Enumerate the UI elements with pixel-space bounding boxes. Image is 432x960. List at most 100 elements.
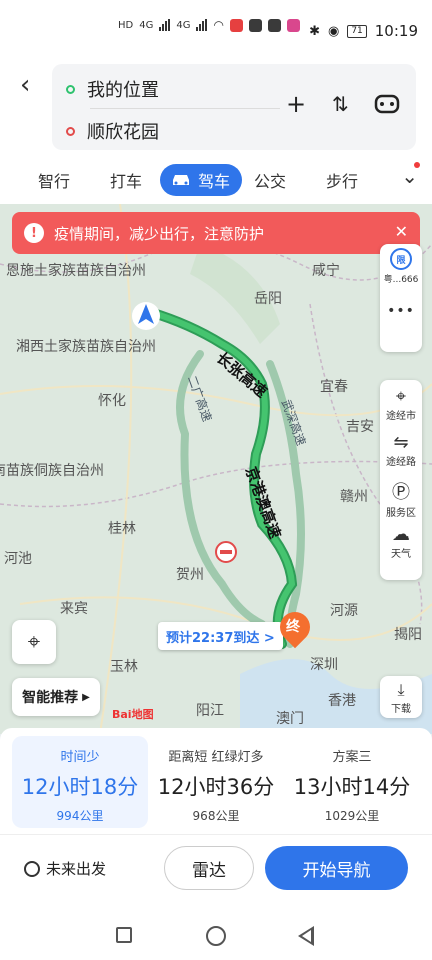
start-navigation-button[interactable]: 开始导航 xyxy=(265,846,408,890)
place-label: 黔东南苗族侗族自治州 xyxy=(0,463,104,479)
place-label: 宜春 xyxy=(320,379,348,395)
future-label: 未来出发 xyxy=(46,860,107,878)
locate-button[interactable]: ⌖ xyxy=(12,620,56,664)
recommend-label: 智能推荐 xyxy=(22,690,79,706)
place-label: 香港 xyxy=(328,693,356,709)
status-left: HD 4G 4G ◠ xyxy=(118,18,300,32)
recent-apps-icon[interactable] xyxy=(116,927,132,943)
system-navigation-bar xyxy=(0,914,432,960)
download-button[interactable]: ⤓ 下载 xyxy=(380,676,422,718)
place-label: 咸宁 xyxy=(312,263,340,279)
back-arrow-icon[interactable]: ‹ xyxy=(20,70,30,100)
signal-icon xyxy=(159,19,171,31)
bluetooth-icon: ✱ xyxy=(309,23,320,39)
road-icon: ⇋ xyxy=(393,432,409,453)
plate-restriction[interactable]: 限 粤...666 xyxy=(380,244,422,285)
car-settings-icon[interactable] xyxy=(374,92,400,120)
status-right: ✱ ◉ 71 10:19 xyxy=(309,22,418,40)
route-plans: 时间少 12小时18分 994公里 距离短 红绿灯多 12小时36分 968公里… xyxy=(12,736,420,828)
via-city-label: 途经市 xyxy=(386,411,416,422)
network-type-2: 4G xyxy=(176,19,191,31)
eta-label[interactable]: 预计22:37到达 > xyxy=(158,622,283,650)
place-label: 湘西土家族苗族自治州 xyxy=(16,339,156,355)
back-icon[interactable] xyxy=(298,926,314,946)
route-input-box: 我的位置 顺欣花园 + ⇅ xyxy=(52,64,416,150)
alert-text: 疫情期间，减少出行，注意防护 xyxy=(54,224,265,243)
place-label: 桂林 xyxy=(108,521,136,537)
plan-time: 12小时36分 xyxy=(157,775,275,799)
plan-tag: 方案三 xyxy=(332,750,372,765)
place-label: 玉林 xyxy=(110,659,138,675)
more-options[interactable]: ••• xyxy=(380,303,422,319)
clock-icon xyxy=(24,860,40,877)
map-tools-panel: ⌖ 途经市 ⇋ 途经路 Ⓟ 服务区 ☁ 天气 xyxy=(380,380,422,580)
add-waypoint-icon[interactable]: + xyxy=(286,90,306,118)
close-icon[interactable]: ✕ xyxy=(395,222,408,241)
tab-walk[interactable]: 步行 xyxy=(326,168,358,192)
plan-tag: 时间少 xyxy=(60,750,100,765)
plan-time: 13小时14分 xyxy=(293,775,411,799)
map-view[interactable]: 恩施土家族苗族自治州 岳阳 咸宁 湘西土家族苗族自治州 宜春 怀化 吉安 黔东南… xyxy=(0,204,432,734)
notification-dot xyxy=(414,162,420,168)
plan-tag: 距离短 红绿灯多 xyxy=(168,750,264,765)
divider xyxy=(0,834,432,835)
place-label: 赣州 xyxy=(340,489,368,505)
tab-taxi[interactable]: 打车 xyxy=(110,168,142,192)
service-area-button[interactable]: Ⓟ 服务区 xyxy=(380,478,422,524)
tab-bus[interactable]: 公交 xyxy=(254,168,286,192)
place-label: 恩施土家族苗族自治州 xyxy=(6,263,146,279)
travel-mode-tabs: 智行 打车 驾车 公交 步行 ⌄ xyxy=(0,156,432,204)
network-type-1: 4G xyxy=(139,19,154,31)
service-area-label: 服务区 xyxy=(386,508,416,519)
swap-icon[interactable]: ⇅ xyxy=(332,92,349,116)
battery-icon: 71 xyxy=(347,24,367,38)
location-icon: ◉ xyxy=(327,23,340,39)
plate-label: 粤...666 xyxy=(383,275,419,285)
sim-icon: HD xyxy=(118,19,134,31)
weather-button[interactable]: ☁ 天气 xyxy=(380,524,422,570)
city-pin-icon: ⌖ xyxy=(395,386,407,407)
via-city-button[interactable]: ⌖ 途经市 xyxy=(380,386,422,432)
app-notification-icon xyxy=(229,18,243,32)
home-icon[interactable] xyxy=(206,926,226,946)
plan-distance: 994公里 xyxy=(56,809,104,823)
status-bar: HD 4G 4G ◠ ✱ ◉ 71 10:19 xyxy=(0,0,432,60)
place-label: 揭阳 xyxy=(394,627,422,643)
wechat-icon xyxy=(248,18,262,32)
tab-smart[interactable]: 智行 xyxy=(38,168,70,192)
signal-icon-2 xyxy=(196,19,208,31)
clock: 10:19 xyxy=(374,22,418,40)
plan-distance: 1029公里 xyxy=(324,809,380,823)
end-point[interactable]: 顺欣花园 xyxy=(66,118,159,144)
route-divider xyxy=(90,108,280,109)
plan-distance: 968公里 xyxy=(192,809,240,823)
place-label: 贺州 xyxy=(176,567,204,583)
via-road-button[interactable]: ⇋ 途经路 xyxy=(380,432,422,478)
gallery-icon xyxy=(286,18,300,32)
download-icon: ⤓ xyxy=(397,679,405,699)
place-label: 来宾 xyxy=(60,601,88,617)
plate-panel[interactable]: 限 粤...666 ••• xyxy=(380,244,422,352)
service-area-icon: Ⓟ xyxy=(392,482,410,503)
route-header: ‹ 我的位置 顺欣花园 + ⇅ xyxy=(0,60,432,156)
radar-button[interactable]: 雷达 xyxy=(164,846,254,890)
place-label: 怀化 xyxy=(98,393,126,409)
route-plan-1[interactable]: 时间少 12小时18分 994公里 xyxy=(12,736,148,828)
epidemic-alert-banner: ! 疫情期间，减少出行，注意防护 ✕ xyxy=(12,212,420,254)
place-label: 阳江 xyxy=(196,703,224,719)
start-dot-icon xyxy=(66,84,75,94)
weather-label: 天气 xyxy=(391,549,411,560)
route-plan-3[interactable]: 方案三 13小时14分 1029公里 xyxy=(284,736,420,828)
tab-drive[interactable]: 驾车 xyxy=(160,164,243,196)
more-icon: ••• xyxy=(387,303,415,319)
tab-drive-label: 驾车 xyxy=(198,172,231,191)
route-plan-2[interactable]: 距离短 红绿灯多 12小时36分 968公里 xyxy=(148,736,284,828)
download-label: 下载 xyxy=(391,703,411,715)
place-label: 岳阳 xyxy=(254,291,282,307)
smart-recommend-button[interactable]: 智能推荐 ▶ xyxy=(12,678,100,716)
place-label: 澳门 xyxy=(276,711,304,727)
place-label: 河池 xyxy=(4,551,32,567)
future-departure-button[interactable]: 未来出发 xyxy=(24,858,106,879)
start-point[interactable]: 我的位置 xyxy=(66,76,159,102)
info-icon: ! xyxy=(24,223,44,243)
